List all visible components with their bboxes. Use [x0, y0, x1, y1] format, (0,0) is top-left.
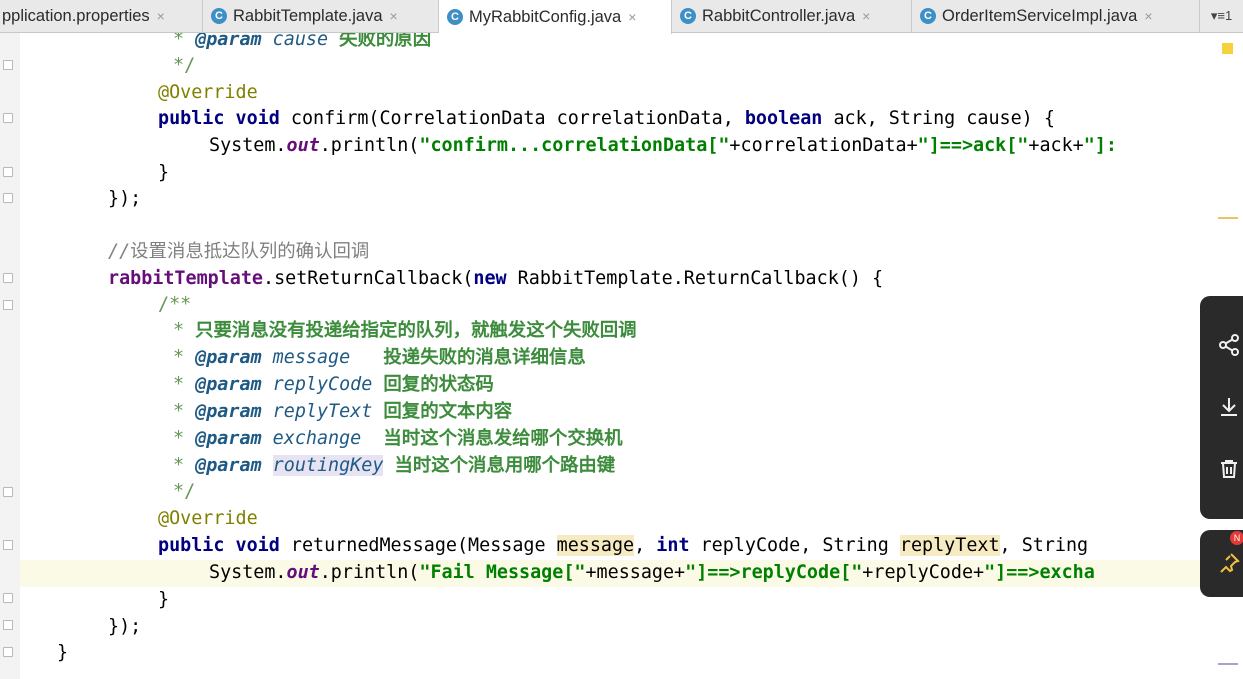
code-line: * @param message 投递失败的消息详细信息 — [173, 347, 586, 368]
warning-marker-icon[interactable] — [1222, 43, 1233, 54]
fold-marker-icon[interactable] — [3, 60, 13, 70]
code-line: public void returnedMessage(Message mess… — [158, 535, 1089, 556]
code-line: }); — [108, 188, 142, 209]
fold-marker-icon[interactable] — [3, 300, 13, 310]
tab-myrabbitconfig[interactable]: C MyRabbitConfig.java × — [439, 0, 672, 34]
tab-orderitemserviceimpl[interactable]: C OrderItemServiceImpl.java × — [912, 0, 1200, 32]
code-line: } — [158, 162, 170, 183]
fold-marker-icon[interactable] — [3, 647, 13, 657]
pin-icon[interactable] — [1214, 548, 1243, 578]
code-line: //设置消息抵达队列的确认回调 — [108, 241, 370, 262]
class-icon: C — [680, 8, 696, 24]
close-icon[interactable]: × — [1144, 8, 1152, 24]
code-line: /** — [158, 294, 192, 315]
tab-overflow-menu[interactable]: ▾≡1 — [1200, 0, 1243, 32]
code-line: * @param exchange 当时这个消息发给哪个交换机 — [173, 428, 623, 449]
code-line: * @param cause 失败的原因 — [173, 33, 432, 50]
close-icon[interactable]: × — [157, 8, 165, 24]
code-line: * @param replyText 回复的文本内容 — [173, 401, 513, 422]
code-line: * @param replyCode 回复的状态码 — [173, 374, 494, 395]
fold-marker-icon[interactable] — [3, 113, 13, 123]
tab-application-properties[interactable]: pplication.properties × — [0, 0, 203, 32]
class-icon: C — [447, 9, 463, 25]
tab-label: RabbitController.java — [702, 6, 856, 25]
tab-rabbitcontroller[interactable]: C RabbitController.java × — [672, 0, 912, 32]
code-line: } — [57, 642, 69, 663]
class-icon: C — [920, 8, 936, 24]
tab-rabbittemplate[interactable]: C RabbitTemplate.java × — [203, 0, 439, 32]
editor-gutter — [0, 33, 20, 679]
share-icon[interactable] — [1214, 330, 1243, 360]
code-line: * 只要消息没有投递给指定的队列，就触发这个失败回调 — [173, 320, 637, 341]
code-line: */ — [173, 55, 196, 76]
download-icon[interactable] — [1214, 392, 1243, 422]
floating-action-panel — [1200, 296, 1243, 519]
code-line: System.out.println("Fail Message["+messa… — [209, 562, 1095, 583]
code-line: public void confirm(CorrelationData corr… — [158, 108, 1055, 129]
code-line: @Override — [158, 82, 258, 103]
error-stripe-marker[interactable] — [1218, 217, 1238, 219]
code-editor[interactable]: * @param cause 失败的原因 */ @Override public… — [0, 33, 1243, 679]
code-line: @Override — [158, 508, 258, 529]
fold-marker-icon[interactable] — [3, 167, 13, 177]
editor-tab-bar: pplication.properties × C RabbitTemplate… — [0, 0, 1243, 34]
fold-marker-icon[interactable] — [3, 193, 13, 203]
tab-label: MyRabbitConfig.java — [469, 7, 622, 26]
tab-label: OrderItemServiceImpl.java — [942, 6, 1138, 25]
code-line: rabbitTemplate.setReturnCallback(new Rab… — [108, 268, 884, 289]
code-line: System.out.println("confirm...correlatio… — [209, 135, 1117, 156]
code-line: * @param routingKey 当时这个消息用哪个路由键 — [173, 455, 616, 476]
tab-label: RabbitTemplate.java — [233, 6, 383, 25]
delete-icon[interactable] — [1214, 454, 1243, 484]
fold-marker-icon[interactable] — [3, 487, 13, 497]
code-line: } — [158, 589, 170, 610]
close-icon[interactable]: × — [390, 8, 398, 24]
notification-badge: N — [1230, 531, 1243, 545]
error-stripe-marker[interactable] — [1218, 663, 1238, 665]
fold-marker-icon[interactable] — [3, 273, 13, 283]
close-icon[interactable]: × — [628, 9, 636, 25]
fold-marker-icon[interactable] — [3, 540, 13, 550]
close-icon[interactable]: × — [862, 8, 870, 24]
fold-marker-icon[interactable] — [3, 620, 13, 630]
tab-label: pplication.properties — [2, 6, 150, 25]
fold-marker-icon[interactable] — [3, 593, 13, 603]
code-line: }); — [108, 616, 142, 637]
class-icon: C — [211, 8, 227, 24]
code-line: */ — [173, 481, 196, 502]
